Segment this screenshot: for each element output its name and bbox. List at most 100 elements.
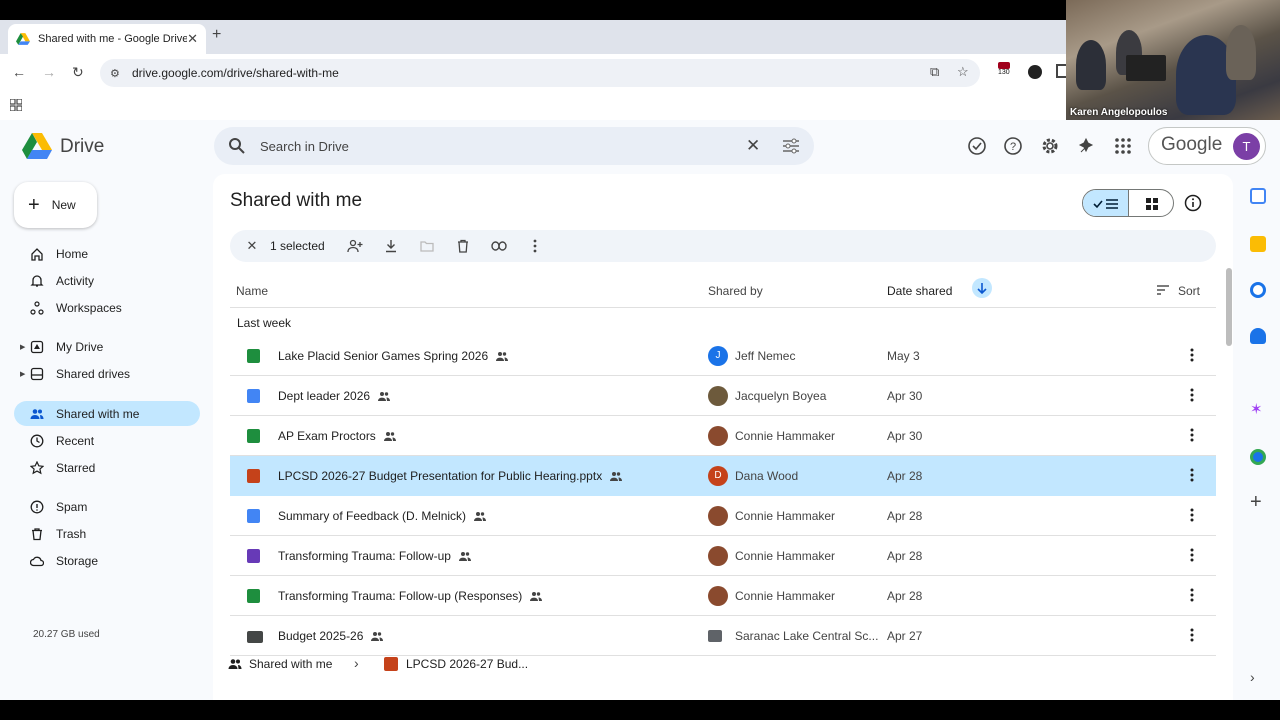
settings-gear-icon[interactable]	[1040, 136, 1060, 156]
list-view-button[interactable]	[1083, 190, 1129, 216]
extensions-puzzle-icon[interactable]	[1056, 64, 1066, 78]
help-icon[interactable]: ?	[1003, 136, 1023, 156]
extension-circle-icon[interactable]	[1028, 65, 1042, 79]
sidebar-item-shared-drives[interactable]: ▶ Shared drives	[14, 361, 200, 386]
sort-button[interactable]: Sort	[1178, 284, 1200, 298]
sidebar-item-label: Spam	[56, 499, 88, 514]
sidebar-item-activity[interactable]: Activity	[14, 268, 200, 293]
sidebar-item-home[interactable]: Home	[14, 241, 200, 266]
details-info-icon[interactable]	[1184, 194, 1202, 212]
apps-grid-icon[interactable]	[9, 98, 23, 112]
search-bar[interactable]: Search in Drive ✕	[214, 127, 814, 165]
row-more-actions-icon[interactable]	[1188, 467, 1196, 483]
share-add-person-icon[interactable]	[337, 239, 373, 253]
grid-view-icon	[1146, 198, 1158, 210]
sidebar-item-trash[interactable]: Trash	[14, 521, 200, 546]
expand-caret-icon[interactable]: ▶	[20, 370, 25, 378]
drive-product-name[interactable]: Drive	[60, 136, 104, 158]
row-more-actions-icon[interactable]	[1188, 347, 1196, 363]
drive-page: Drive Search in Drive ✕ ? Google T + New	[0, 120, 1280, 700]
more-actions-icon[interactable]	[517, 239, 553, 253]
keep-icon[interactable]	[1250, 236, 1266, 252]
google-apps-icon[interactable]	[1113, 136, 1133, 156]
file-name[interactable]: Summary of Feedback (D. Melnick)	[278, 509, 487, 523]
sidebar-item-workspaces[interactable]: Workspaces	[14, 295, 200, 320]
bell-icon	[30, 274, 44, 288]
column-shared-by[interactable]: Shared by	[708, 284, 763, 298]
file-row[interactable]: Summary of Feedback (D. Melnick) Connie H…	[230, 496, 1216, 536]
row-more-actions-icon[interactable]	[1188, 507, 1196, 523]
sort-direction-arrow-icon[interactable]	[972, 278, 992, 298]
forward-icon[interactable]: →	[42, 64, 56, 80]
row-more-actions-icon[interactable]	[1188, 627, 1196, 643]
addon-icon[interactable]: ✶	[1250, 402, 1266, 418]
search-filters-icon[interactable]	[782, 138, 800, 154]
sidebar-item-recent[interactable]: Recent	[14, 428, 200, 453]
sidebar-item-starred[interactable]: Starred	[14, 455, 200, 480]
extension-icon[interactable]: 130	[998, 62, 1012, 82]
sidebar-item-label: Recent	[56, 433, 95, 448]
row-more-actions-icon[interactable]	[1188, 547, 1196, 563]
install-app-icon[interactable]: ⧉	[930, 64, 939, 80]
bookmark-star-icon[interactable]: ☆	[957, 64, 969, 80]
gemini-sparkle-icon[interactable]	[1077, 136, 1097, 156]
back-icon[interactable]: ←	[12, 64, 26, 80]
file-row[interactable]: Lake Placid Senior Games Spring 2026 J Jef…	[230, 336, 1216, 376]
shared-by-name: Jacquelyn Boyea	[735, 389, 827, 403]
tasks-icon[interactable]	[1250, 282, 1266, 298]
new-button[interactable]: + New	[14, 182, 97, 228]
reload-icon[interactable]: ↻	[72, 64, 84, 81]
search-input[interactable]: Search in Drive	[260, 139, 349, 154]
browser-tab[interactable]: Shared with me - Google Drive ✕	[8, 24, 206, 54]
drive-logo-icon[interactable]	[22, 132, 52, 160]
row-more-actions-icon[interactable]	[1188, 427, 1196, 443]
offline-ready-icon[interactable]	[967, 136, 987, 156]
svg-text:?: ?	[1010, 141, 1016, 153]
copy-link-icon[interactable]	[481, 241, 517, 251]
tab-close-icon[interactable]: ✕	[187, 31, 198, 47]
breadcrumb-file[interactable]: LPCSD 2026-27 Bud...	[406, 657, 528, 671]
column-date-shared[interactable]: Date shared	[887, 284, 952, 298]
file-name[interactable]: Lake Placid Senior Games Spring 2026	[278, 349, 509, 363]
addon-circle-icon[interactable]	[1250, 449, 1266, 465]
file-name[interactable]: Dept leader 2026	[278, 389, 391, 403]
expand-caret-icon[interactable]: ▶	[20, 343, 25, 351]
move-to-folder-icon[interactable]	[409, 240, 445, 252]
file-row[interactable]: AP Exam Proctors Connie Hammaker Apr 30	[230, 416, 1216, 456]
row-more-actions-icon[interactable]	[1188, 387, 1196, 403]
account-avatar[interactable]: T	[1233, 133, 1260, 160]
grid-view-button[interactable]	[1129, 190, 1173, 216]
file-name[interactable]: Transforming Trauma: Follow-up (Response…	[278, 589, 543, 603]
file-row[interactable]: LPCSD 2026-27 Budget Presentation for Pu…	[230, 456, 1216, 496]
sidebar-item-storage[interactable]: Storage	[14, 548, 200, 573]
date-shared: Apr 30	[887, 389, 923, 403]
breadcrumb-location[interactable]: Shared with me	[249, 657, 332, 671]
file-name[interactable]: Transforming Trauma: Follow-up	[278, 549, 471, 563]
owner-avatar	[708, 426, 728, 446]
download-icon[interactable]	[373, 239, 409, 253]
get-addons-plus-icon[interactable]: +	[1250, 492, 1266, 512]
sidebar-item-shared-with-me[interactable]: Shared with me	[14, 401, 200, 426]
file-name[interactable]: LPCSD 2026-27 Budget Presentation for Pu…	[278, 469, 623, 483]
file-row[interactable]: Dept leader 2026 Jacquelyn Boyea Apr 30	[230, 376, 1216, 416]
expand-panel-chevron-icon[interactable]: ›	[1250, 669, 1266, 685]
account-switcher[interactable]: Google T	[1148, 127, 1266, 165]
column-name[interactable]: Name	[236, 284, 268, 298]
search-icon[interactable]	[228, 137, 246, 155]
sidebar-item-my-drive[interactable]: ▶ My Drive	[14, 334, 200, 359]
contacts-icon[interactable]	[1250, 328, 1266, 344]
sidebar-item-spam[interactable]: Spam	[14, 494, 200, 519]
site-info-icon[interactable]: ⚙	[110, 67, 122, 80]
new-tab-icon[interactable]: +	[212, 26, 221, 44]
row-more-actions-icon[interactable]	[1188, 587, 1196, 603]
clear-search-icon[interactable]: ✕	[746, 136, 760, 156]
delete-icon[interactable]	[445, 239, 481, 253]
file-name[interactable]: AP Exam Proctors	[278, 429, 396, 443]
address-bar[interactable]: ⚙ drive.google.com/drive/shared-with-me	[100, 59, 980, 87]
scrollbar-thumb[interactable]	[1226, 268, 1232, 346]
calendar-icon[interactable]	[1250, 188, 1266, 204]
file-name[interactable]: Budget 2025-26	[278, 629, 384, 643]
file-row[interactable]: Transforming Trauma: Follow-up Connie Ham…	[230, 536, 1216, 576]
clear-selection-icon[interactable]: ✕	[238, 238, 266, 254]
file-row[interactable]: Transforming Trauma: Follow-up (Response…	[230, 576, 1216, 616]
